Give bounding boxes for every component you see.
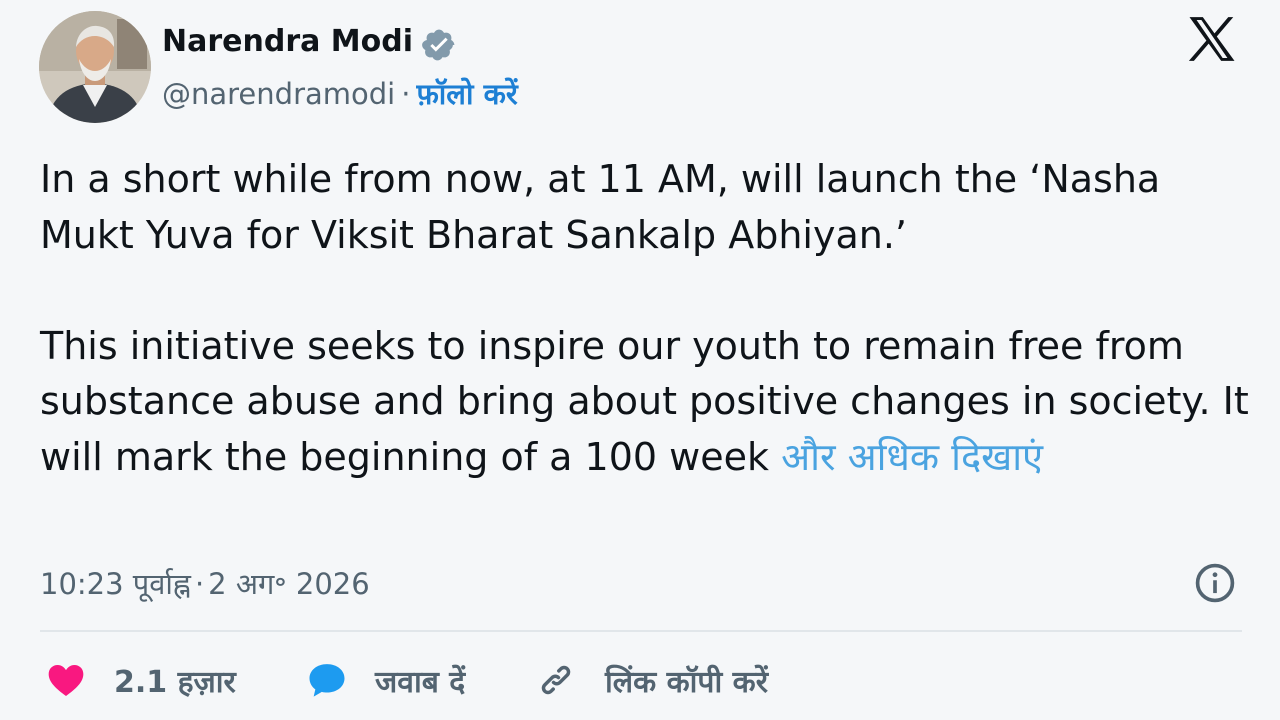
link-icon (541, 665, 571, 695)
divider (40, 630, 1242, 632)
avatar[interactable] (39, 11, 151, 123)
like-button[interactable]: 2.1 हज़ार (44, 650, 236, 710)
follow-link[interactable]: फ़ॉलो करें (416, 77, 517, 111)
tweet-time: 10:23 पूर्वाह्न (40, 567, 191, 601)
reply-bubble-icon (309, 664, 345, 697)
tweet-text: In a short while from now, at 11 AM, wil… (40, 152, 1255, 485)
copy-link-button[interactable]: लिंक कॉपी करें (535, 650, 768, 710)
reply-label: जवाब दें (375, 664, 466, 700)
timestamp-separator: · (194, 567, 205, 601)
tweet-embed-card: Narendra Modi @narendramodi · फ़ॉलो करें I… (0, 0, 1280, 720)
tweet-date: 2 अग॰ 2026 (208, 567, 370, 601)
tweet-timestamp[interactable]: 10:23 पूर्वाह्न · 2 अग॰ 2026 (40, 564, 370, 603)
author-handle-row: @narendramodi · फ़ॉलो करें (162, 74, 518, 113)
heart-icon (48, 665, 84, 696)
tweet-paragraph: In a short while from now, at 11 AM, wil… (40, 157, 1161, 257)
info-icon[interactable] (1193, 561, 1237, 605)
x-logo-icon[interactable] (1186, 14, 1238, 64)
author-handle[interactable]: @narendramodi (162, 77, 395, 111)
tweet-paragraph-text: This initiative seeks to inspire our you… (40, 323, 1249, 479)
tweet-paragraph: This initiative seeks to inspire our you… (40, 319, 1255, 486)
copy-link-label: लिंक कॉपी करें (605, 664, 768, 700)
like-count: 2.1 हज़ार (114, 664, 236, 700)
reply-button[interactable]: जवाब दें (305, 650, 465, 710)
show-more-link[interactable]: और अधिक दिखाएं (781, 435, 1043, 479)
verified-badge-icon (422, 29, 455, 61)
handle-separator: · (401, 77, 411, 111)
author-name[interactable]: Narendra Modi (162, 24, 413, 59)
avatar-image (39, 11, 151, 123)
tweet-actions: 2.1 हज़ार जवाब दें लिंक कॉपी करें (0, 650, 1280, 710)
